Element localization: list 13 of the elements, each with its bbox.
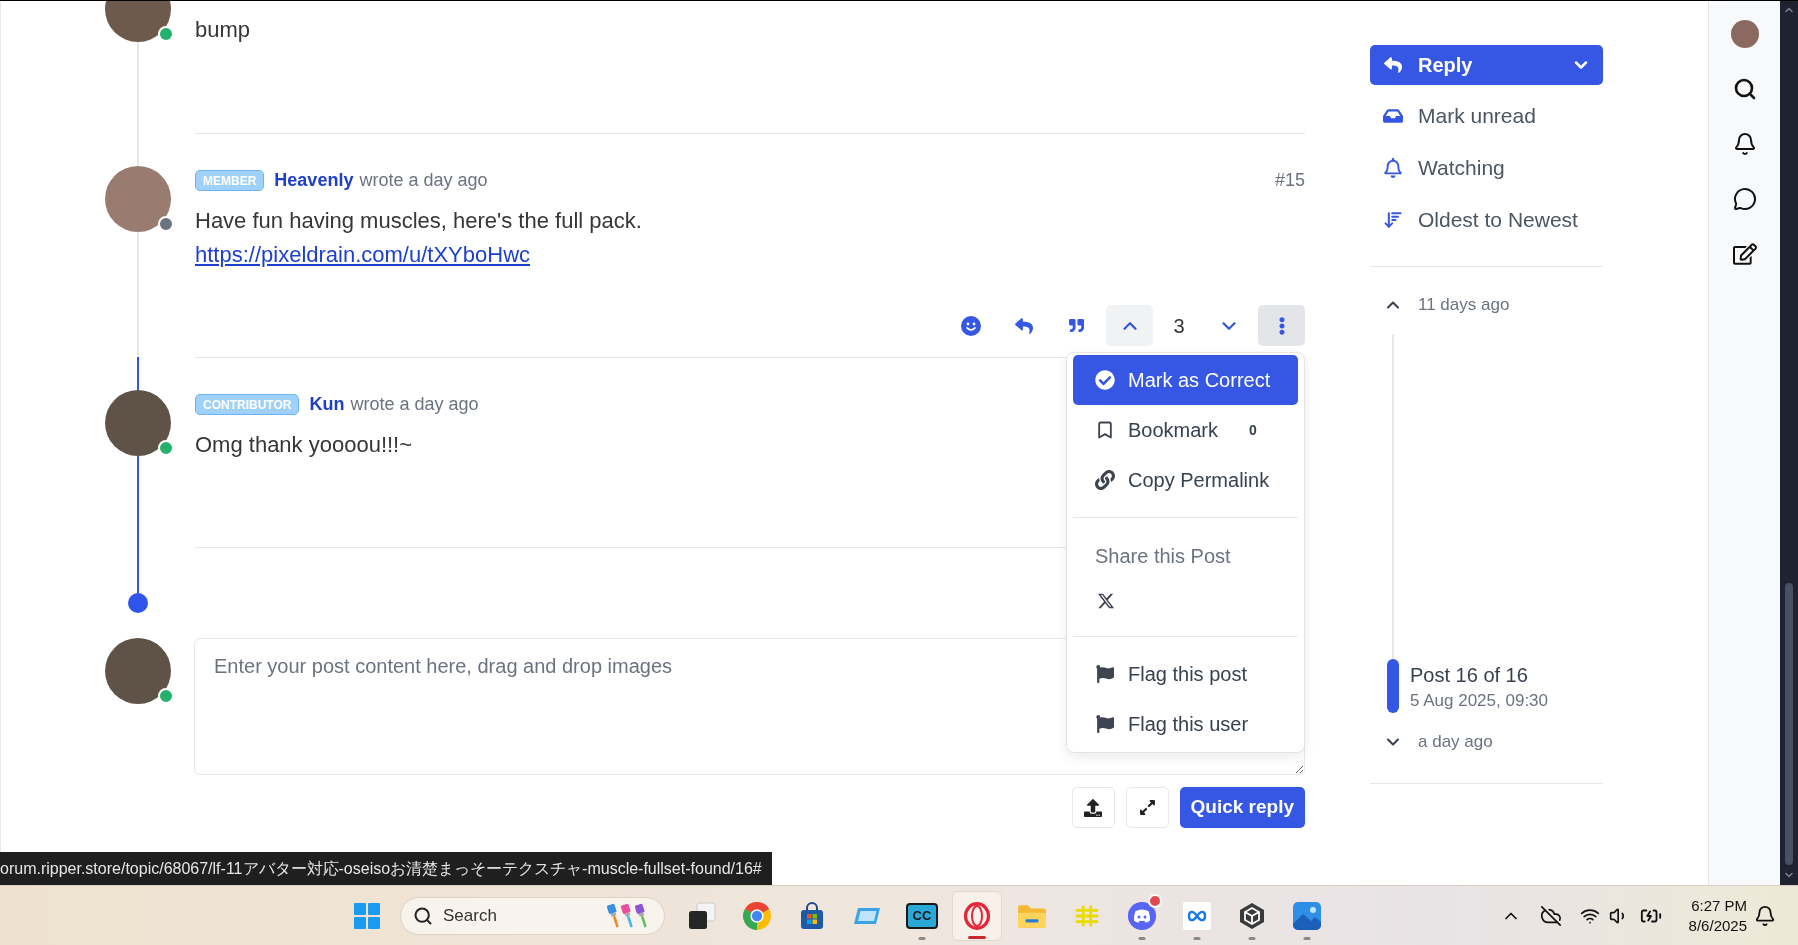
post-time: wrote a day ago [359, 169, 488, 192]
link-preview-status: orum.ripper.store/topic/68067/lf-11アバター対応-oseisoお清楚まっそーテクスチャ-muscle-fullset-found/16# [0, 852, 772, 885]
post-body: bump [195, 16, 251, 44]
role-badge: MEMBER [195, 170, 265, 191]
role-badge: CONTRIBUTOR [195, 394, 300, 415]
post-time: wrote a day ago [350, 393, 479, 416]
post-position-label: Post 16 of 16 [1410, 663, 1529, 687]
post-date-label: 5 Aug 2025, 09:30 [1410, 690, 1549, 712]
post-body: Have fun having muscles, here's the full pack. [195, 207, 642, 235]
vote-count: 3 [1172, 313, 1186, 339]
bookmark-count: 0 [1249, 420, 1257, 440]
menu-heading: Share this Post [1094, 544, 1231, 568]
post-body: Omg thank yoooou!!!~ [195, 431, 413, 459]
